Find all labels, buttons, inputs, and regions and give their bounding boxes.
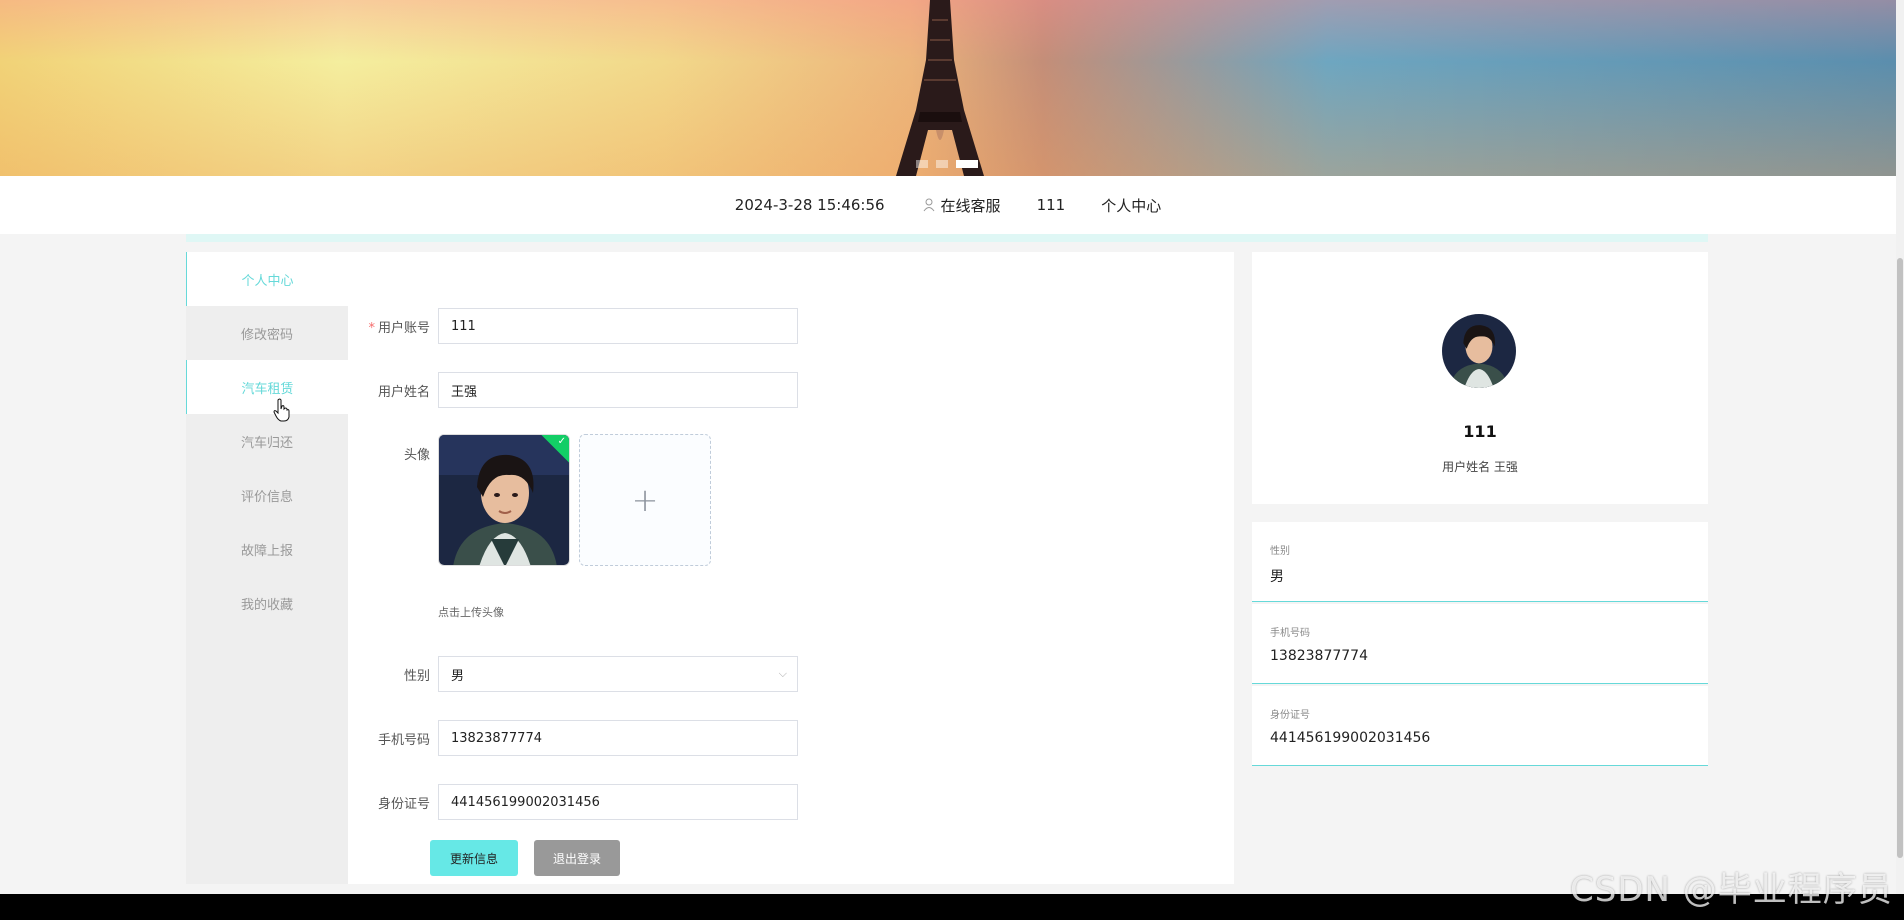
info-label: 手机号码 [1270,628,1310,639]
username-link[interactable]: 111 [1037,196,1066,214]
profile-form: * 用户账号 111 用户姓名 王强 头像 ✓ + 点击上传头像 性别 男 ⌵ … [348,252,1234,884]
sidebar-item-change-password[interactable]: 修改密码 [186,306,348,360]
online-service-label: 在线客服 [940,196,1001,215]
name-label: 用户姓名 [377,384,430,400]
sidebar-item-reviews[interactable]: 评价信息 [186,468,348,522]
carousel-dot-2[interactable] [936,160,948,168]
update-info-button[interactable]: 更新信息 [430,840,518,876]
plus-icon: + [631,481,659,519]
profile-avatar [1442,314,1516,388]
gender-label: 性别 [403,668,430,684]
info-label: 性别 [1270,546,1290,557]
sidebar: 个人中心 修改密码 汽车租赁 汽车归还 评价信息 故障上报 我的收藏 [186,252,348,884]
account-label-text: 用户账号 [377,320,430,336]
carousel-dot-3[interactable] [956,160,978,168]
scrollbar-thumb[interactable] [1897,258,1903,858]
info-value: 441456199002031456 [1270,730,1431,746]
account-row: * 用户账号 111 [348,308,798,344]
watermark: CSDN @毕业程序员 [1570,870,1893,910]
check-icon: ✓ [557,436,566,447]
profile-name-line: 用户姓名 王强 [1442,460,1518,474]
info-label: 身份证号 [1270,710,1310,721]
page-scrollbar[interactable] [1896,0,1904,894]
carousel-indicators [916,160,978,168]
accent-strip [186,234,1708,242]
sidebar-item-favorites[interactable]: 我的收藏 [186,576,348,630]
eiffel-tower-image [896,0,984,176]
required-mark: * [368,320,375,336]
account-label: * 用户账号 [348,317,438,336]
sidebar-item-fault-report[interactable]: 故障上报 [186,522,348,576]
idcard-row: 身份证号 441456199002031456 [348,784,798,820]
idcard-label: 身份证号 [377,796,430,812]
logout-button[interactable]: 退出登录 [534,840,620,876]
main-panel: 个人中心 修改密码 汽车租赁 汽车归还 评价信息 故障上报 我的收藏 * 用户账号… [186,252,1234,884]
info-card-phone: 手机号码 13823877774 [1252,604,1708,684]
current-datetime: 2024-3-28 15:46:56 [734,196,885,214]
phone-input[interactable]: 13823877774 [438,720,798,756]
idcard-input[interactable]: 441456199002031456 [438,784,798,820]
profile-username: 111 [1463,422,1497,441]
avatar-upload-button[interactable]: + [579,434,711,566]
gender-value: 男 [451,668,465,684]
avatar-thumbnail[interactable]: ✓ [438,434,570,566]
gender-row: 性别 男 ⌵ [348,656,798,692]
avatar-photo [439,435,569,565]
avatar-label: 头像 [403,448,430,463]
avatar-upload-hint: 点击上传头像 [438,606,504,619]
info-value: 13823877774 [1270,648,1368,664]
info-card-gender: 性别 男 [1252,522,1708,602]
chevron-down-icon: ⌵ [778,667,787,680]
hero-banner [0,0,1896,176]
profile-avatar-photo [1442,314,1516,388]
carousel-dot-1[interactable] [916,160,928,168]
sidebar-item-car-rental[interactable]: 汽车租赁 [186,360,348,414]
sidebar-item-car-return[interactable]: 汽车归还 [186,414,348,468]
personal-center-link[interactable]: 个人中心 [1101,195,1161,216]
account-input[interactable]: 111 [438,308,798,344]
gender-select[interactable]: 男 ⌵ [438,656,798,692]
info-value: 男 [1270,569,1284,585]
profile-card: 111 用户姓名 王强 [1252,252,1708,504]
name-input[interactable]: 王强 [438,372,798,408]
name-row: 用户姓名 王强 [348,372,798,408]
info-card-idcard: 身份证号 441456199002031456 [1252,686,1708,766]
top-navbar: 2024-3-28 15:46:56 在线客服 111 个人中心 [0,176,1896,234]
phone-row: 手机号码 13823877774 [348,720,798,756]
user-icon [923,198,934,212]
avatar-row: 头像 ✓ + [348,434,711,566]
phone-label: 手机号码 [377,732,430,748]
hand-cursor-icon [273,398,290,422]
online-service-link[interactable]: 在线客服 [923,195,1001,216]
sidebar-item-personal-center[interactable]: 个人中心 [186,252,348,306]
